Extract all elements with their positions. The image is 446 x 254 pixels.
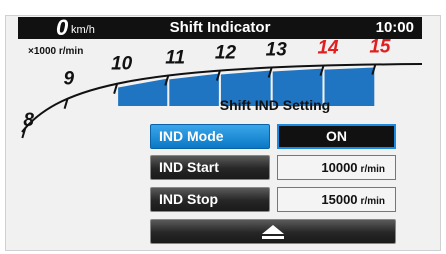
ind-mode-value-text: ON: [326, 128, 347, 144]
tach-tick-label: 12: [215, 43, 237, 64]
ind-start-value[interactable]: 10000 r/min: [277, 155, 396, 180]
eject-icon: [262, 225, 284, 239]
ind-mode-button[interactable]: IND Mode: [150, 124, 270, 149]
ind-stop-unit: r/min: [360, 196, 385, 207]
tach-tick-label: 9: [64, 69, 75, 90]
back-button[interactable]: [150, 219, 396, 244]
ind-stop-button[interactable]: IND Stop: [150, 187, 270, 212]
screen-title: Shift Indicator: [169, 19, 271, 36]
tach-tick-label: 11: [165, 47, 185, 68]
settings-title: Shift IND Setting: [219, 97, 331, 113]
ind-mode-value[interactable]: ON: [277, 124, 396, 149]
clock: 10:00: [375, 19, 414, 36]
rpm-unit-label: ×1000 r/min: [28, 46, 84, 57]
tach-tick-label: 15: [369, 37, 391, 58]
ind-stop-label: IND Stop: [159, 191, 219, 207]
ind-start-value-text: 10000: [321, 160, 358, 175]
tach-tick-label: 10: [111, 54, 133, 75]
ind-stop-value-text: 15000: [321, 192, 358, 207]
tach-tick-label: 14: [317, 38, 339, 59]
ind-stop-value[interactable]: 15000 r/min: [277, 187, 396, 212]
ind-start-button[interactable]: IND Start: [150, 155, 270, 180]
status-bar: 0 km/h Shift Indicator 10:00: [18, 15, 422, 40]
tach-tick-label: 13: [266, 40, 288, 61]
ind-start-label: IND Start: [159, 159, 219, 175]
ind-mode-label: IND Mode: [159, 128, 224, 144]
ind-start-unit: r/min: [360, 164, 385, 175]
tach-tick-label: 8: [23, 110, 34, 131]
